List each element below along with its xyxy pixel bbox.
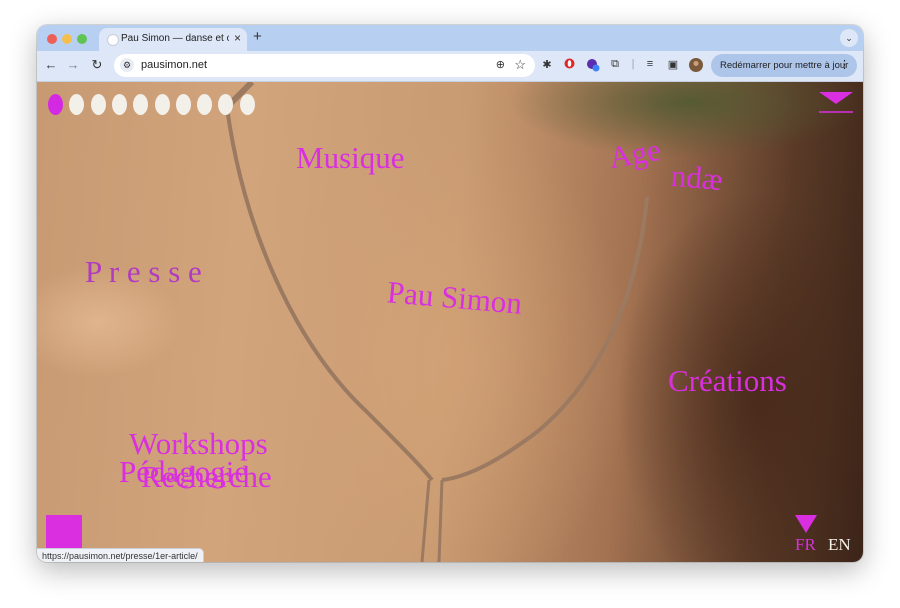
- nav-link-musique[interactable]: Musique: [296, 142, 405, 173]
- tab-close-icon[interactable]: ×: [234, 31, 241, 45]
- menu-triangle-icon[interactable]: [819, 92, 853, 116]
- corner-square-button[interactable]: [46, 515, 82, 551]
- tab-search-button[interactable]: ⌄: [840, 29, 858, 47]
- slide-indicator-8[interactable]: [197, 94, 213, 115]
- language-indicator-triangle-icon: [795, 515, 817, 533]
- toolbar-divider: |: [631, 58, 635, 70]
- nav-link-presse[interactable]: P r e s s e: [85, 256, 202, 287]
- lang-en-link[interactable]: EN: [828, 535, 851, 555]
- reading-list-icon[interactable]: ≡: [642, 58, 658, 70]
- profile-avatar[interactable]: [688, 58, 704, 75]
- side-panel-icon[interactable]: ▣: [665, 58, 681, 71]
- extensions-puzzle-icon[interactable]: ⧉: [607, 58, 623, 71]
- nav-link-creations[interactable]: Créations: [668, 365, 787, 396]
- restart-update-button[interactable]: Redémarrer pour mettre à jour ⋮: [711, 54, 857, 77]
- slide-indicator-4[interactable]: [111, 94, 127, 115]
- browser-titlebar: Pau Simon — danse et chorégraphie × + ⌄: [37, 25, 863, 51]
- page-background-photo: Musique Age ndæ P r e s s e Pau Simon Cr…: [37, 82, 863, 562]
- browser-tab[interactable]: Pau Simon — danse et chorégraphie ×: [99, 28, 247, 51]
- zoom-icon[interactable]: ⊕: [496, 58, 505, 71]
- browser-toolbar: ← → ↻ ⚙ pausimon.net ⊕ ☆ ✱ ⧉ | ≡ ▣ Redém…: [37, 51, 863, 82]
- extension-opera-icon[interactable]: [561, 58, 577, 72]
- minimize-window-button[interactable]: [62, 34, 72, 44]
- slide-indicator-1[interactable]: [48, 94, 63, 115]
- slide-indicator-7[interactable]: [175, 94, 191, 115]
- restart-update-label: Redémarrer pour mettre à jour: [720, 60, 849, 71]
- zoom-window-button[interactable]: [77, 34, 87, 44]
- extension-dark-reader-icon[interactable]: ✱: [539, 58, 555, 71]
- forward-button[interactable]: →: [64, 57, 82, 72]
- close-window-button[interactable]: [47, 34, 57, 44]
- nav-link-agenda-cont[interactable]: ndæ: [670, 158, 725, 197]
- link-status-bar: https://pausimon.net/presse/1er-article/: [37, 548, 204, 562]
- back-button[interactable]: ←: [42, 57, 60, 72]
- slide-indicator-10[interactable]: [239, 94, 255, 115]
- slide-indicator-6[interactable]: [154, 94, 170, 115]
- address-url[interactable]: pausimon.net: [141, 59, 207, 71]
- site-settings-icon[interactable]: ⚙: [120, 58, 134, 72]
- browser-window: Pau Simon — danse et chorégraphie × + ⌄ …: [37, 25, 863, 562]
- address-bar[interactable]: ⚙ pausimon.net ⊕ ☆: [114, 54, 535, 77]
- reload-button[interactable]: ↻: [88, 57, 106, 73]
- bookmark-star-icon[interactable]: ☆: [514, 57, 526, 73]
- nav-link-agenda[interactable]: Age: [606, 132, 663, 175]
- favicon-icon: [107, 34, 119, 46]
- nav-link-recherche[interactable]: Recherche: [141, 461, 272, 492]
- slide-indicator-3[interactable]: [90, 94, 106, 115]
- tab-title: Pau Simon — danse et chorégraphie: [121, 33, 229, 44]
- chrome-menu-icon[interactable]: ⋮: [839, 58, 850, 71]
- new-tab-button[interactable]: +: [253, 28, 262, 45]
- lang-fr-link[interactable]: FR: [795, 535, 816, 555]
- extension-badge-icon[interactable]: [585, 58, 601, 75]
